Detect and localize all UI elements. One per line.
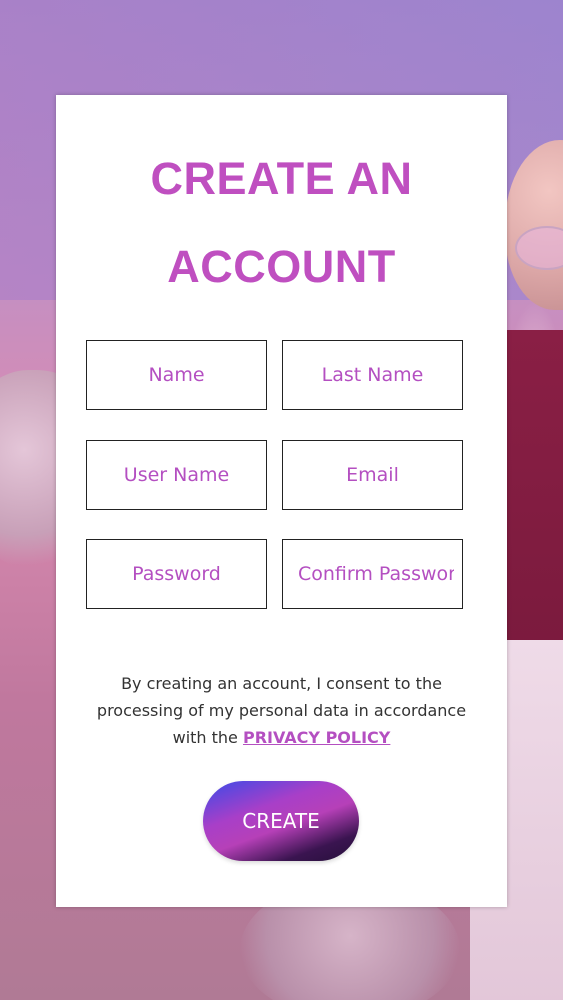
name-input[interactable] <box>86 340 267 410</box>
signup-card: CREATE AN ACCOUNT By creating an account… <box>56 95 507 907</box>
create-button[interactable]: CREATE <box>203 781 359 861</box>
consent-line-1: By creating an account, I consent to the <box>121 674 442 693</box>
page-title: CREATE AN ACCOUNT <box>56 135 507 311</box>
consent-line-3-prefix: with the <box>172 728 243 747</box>
email-input[interactable] <box>282 440 463 510</box>
background-person-sweater <box>500 330 563 670</box>
confirm-password-input[interactable] <box>282 539 463 609</box>
consent-line-2: processing of my personal data in accord… <box>96 701 467 720</box>
consent-line-3: with the PRIVACY POLICY <box>86 724 477 751</box>
consent-text: By creating an account, I consent to the… <box>86 670 477 751</box>
privacy-policy-link[interactable]: PRIVACY POLICY <box>243 728 390 747</box>
page-title-line-1: CREATE AN <box>150 153 413 204</box>
page-title-line-2: ACCOUNT <box>167 241 396 292</box>
last-name-input[interactable] <box>282 340 463 410</box>
user-name-input[interactable] <box>86 440 267 510</box>
password-input[interactable] <box>86 539 267 609</box>
